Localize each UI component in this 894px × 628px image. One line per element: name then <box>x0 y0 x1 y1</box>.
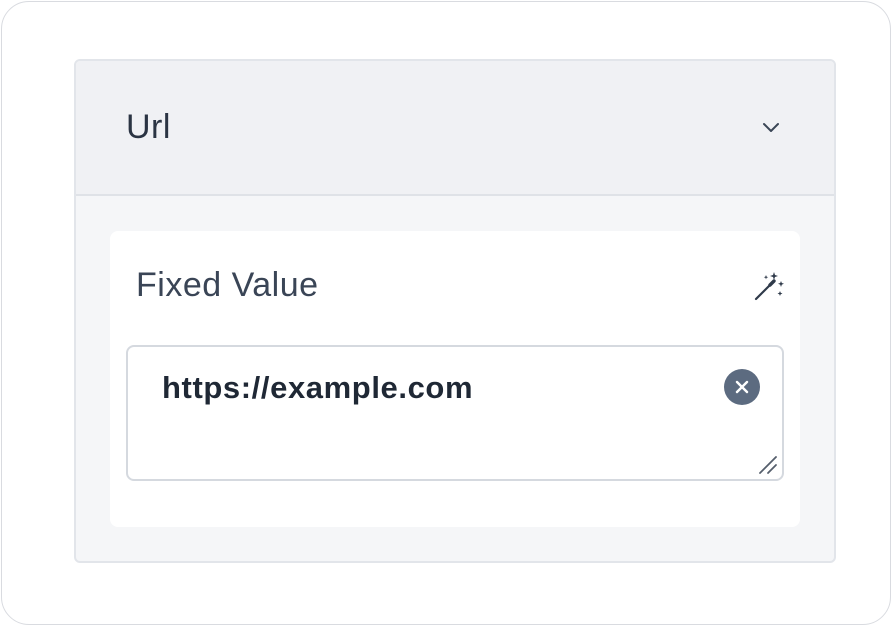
fixed-value-textarea[interactable]: https://example.com <box>126 345 784 481</box>
field-label: Fixed Value <box>136 266 319 304</box>
clear-button[interactable] <box>724 369 760 405</box>
chevron-down-icon[interactable] <box>760 117 782 139</box>
fixed-value-card: Fixed Value https://example.com <box>110 231 800 527</box>
textarea-value: https://example.com <box>162 370 474 405</box>
resize-handle-icon[interactable] <box>756 453 778 475</box>
magic-wand-icon[interactable] <box>750 269 786 305</box>
clear-circle-icon <box>735 380 749 394</box>
url-panel-header[interactable]: Url <box>76 61 834 196</box>
url-panel: Url Fixed Value https://example.com <box>74 59 836 563</box>
panel-title: Url <box>126 108 171 146</box>
window-frame: Url Fixed Value https://example.com <box>1 1 891 625</box>
